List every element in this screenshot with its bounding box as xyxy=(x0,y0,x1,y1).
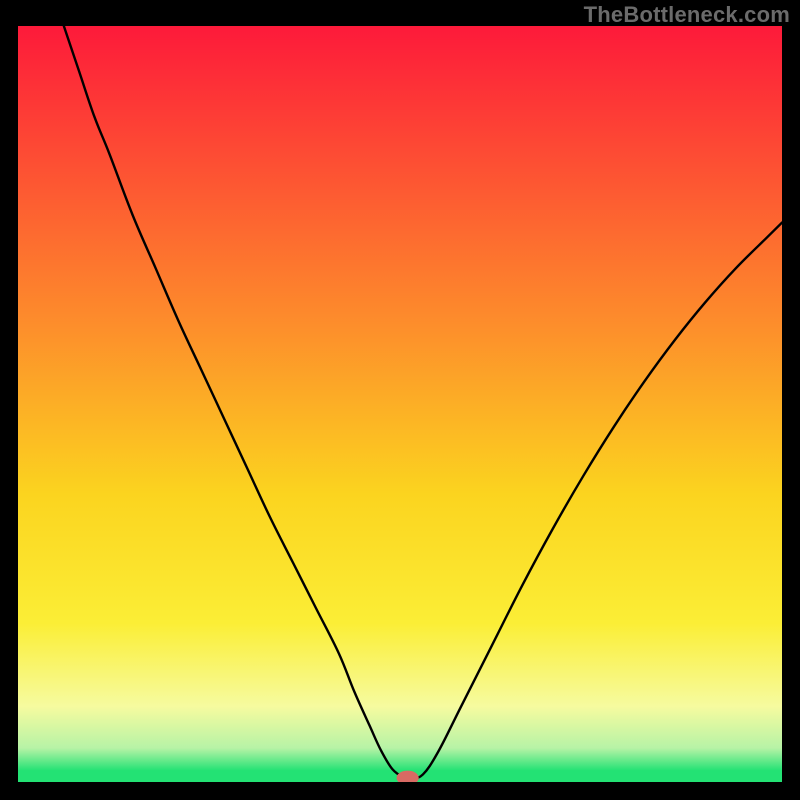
plot-area xyxy=(18,26,782,782)
minimum-marker xyxy=(397,771,418,782)
plot-frame xyxy=(18,26,782,782)
watermark-text: TheBottleneck.com xyxy=(584,2,790,28)
chart-stage: TheBottleneck.com xyxy=(0,0,800,800)
bottleneck-curve xyxy=(64,26,782,779)
curve-layer xyxy=(18,26,782,782)
